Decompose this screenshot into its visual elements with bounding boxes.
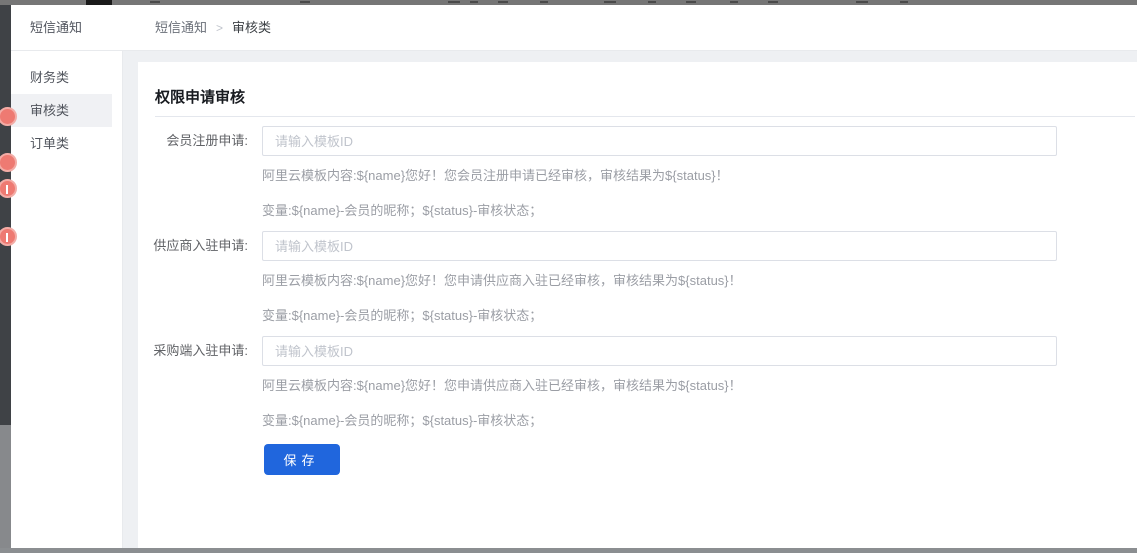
window-top-dash xyxy=(498,1,508,3)
template-desc: 阿里云模板内容:${name}您好！您申请供应商入驻已经审核，审核结果为${st… xyxy=(262,375,742,394)
field-label-member-register: 会员注册申请: xyxy=(138,126,248,156)
breadcrumb-separator-icon: > xyxy=(216,21,223,35)
window-top-dash xyxy=(150,1,160,3)
sidebar-title: 短信通知 xyxy=(30,5,82,50)
sidebar-menu: 财务类 审核类 订单类 xyxy=(11,61,122,160)
window-top-dash xyxy=(730,1,738,3)
screen: 短信通知 短信通知 > 审核类 财务类 审核类 订单类 权限申请审核 xyxy=(0,0,1137,553)
template-id-input-supplier-entry[interactable] xyxy=(262,231,1057,261)
save-button[interactable]: 保存 xyxy=(264,444,340,475)
main-area: 权限申请审核 会员注册申请: 阿里云模板内容:${name}您好！您会员注册申请… xyxy=(123,51,1137,548)
title-divider xyxy=(155,116,1135,117)
annotation-dot-mark xyxy=(6,185,8,194)
body-area: 财务类 审核类 订单类 权限申请审核 会员注册申请: 阿里云模板内容:${nam… xyxy=(11,51,1137,548)
breadcrumb: 短信通知 > 审核类 xyxy=(155,5,271,51)
template-desc: 阿里云模板内容:${name}您好！您会员注册申请已经审核，审核结果为${sta… xyxy=(262,165,729,184)
annotation-dot-mark xyxy=(6,233,8,242)
left-edge-strip-lower xyxy=(0,425,11,548)
window-top-dash xyxy=(856,1,868,3)
template-id-input-member-register[interactable] xyxy=(262,126,1057,156)
header-band: 短信通知 短信通知 > 审核类 xyxy=(11,5,1137,51)
sidebar-item-finance[interactable]: 财务类 xyxy=(11,61,112,94)
template-id-input-purchaser-entry[interactable] xyxy=(262,336,1057,366)
variables-desc: 变量:${name}-会员的昵称；${status}-审核状态； xyxy=(262,305,542,324)
sidebar-item-order[interactable]: 订单类 xyxy=(11,127,112,160)
window-top-dash xyxy=(900,1,908,3)
window-top-dash xyxy=(540,1,548,3)
breadcrumb-item-root[interactable]: 短信通知 xyxy=(155,20,207,35)
field-label-supplier-entry: 供应商入驻申请: xyxy=(138,231,248,261)
window-top-dash xyxy=(686,1,696,3)
sidebar-item-review[interactable]: 审核类 xyxy=(11,94,112,127)
sidebar: 财务类 审核类 订单类 xyxy=(11,51,123,548)
left-edge-strip xyxy=(0,5,11,548)
window-top-dash xyxy=(604,1,616,3)
window-top-dash xyxy=(648,1,656,3)
variables-desc: 变量:${name}-会员的昵称；${status}-审核状态； xyxy=(262,200,542,219)
window-top-dash xyxy=(470,1,478,3)
template-desc: 阿里云模板内容:${name}您好！您申请供应商入驻已经审核，审核结果为${st… xyxy=(262,270,742,289)
window-top-dash xyxy=(768,1,778,3)
field-label-purchaser-entry: 采购端入驻申请: xyxy=(138,336,248,366)
window-top-edge xyxy=(0,0,1137,5)
breadcrumb-item-current: 审核类 xyxy=(232,20,271,35)
app-window: 短信通知 短信通知 > 审核类 财务类 审核类 订单类 权限申请审核 xyxy=(11,5,1137,548)
window-top-segment xyxy=(86,0,112,5)
variables-desc: 变量:${name}-会员的昵称；${status}-审核状态； xyxy=(262,410,542,429)
window-bottom-edge xyxy=(0,548,1137,553)
window-top-dash xyxy=(300,1,310,3)
window-top-dash xyxy=(448,1,460,3)
content-card: 权限申请审核 会员注册申请: 阿里云模板内容:${name}您好！您会员注册申请… xyxy=(138,62,1137,548)
page-title: 权限申请审核 xyxy=(155,86,245,107)
